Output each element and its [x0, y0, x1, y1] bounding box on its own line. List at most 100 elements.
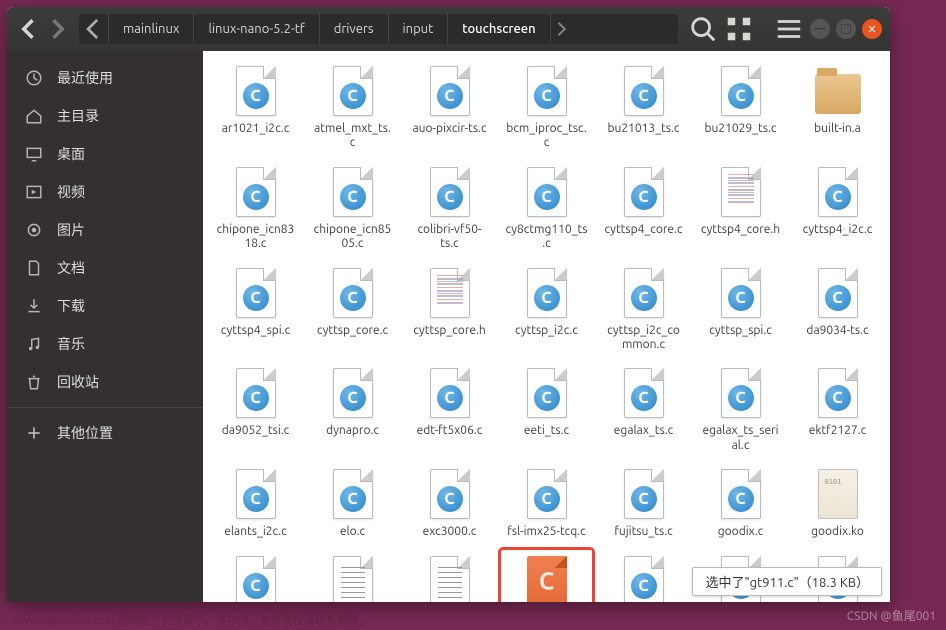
file-item[interactable]: Cbu21013_ts.c — [597, 59, 690, 156]
file-type-bin-icon — [814, 466, 862, 522]
file-item[interactable]: goodix.o — [403, 549, 496, 602]
file-name-label: colibri-vf50-ts.c — [406, 222, 494, 253]
file-name-label: da9034-ts.c — [803, 323, 871, 339]
sidebar-item-video[interactable]: 视频 — [7, 173, 203, 211]
file-item[interactable]: Ccyttsp4_core.c — [597, 160, 690, 257]
home-icon — [25, 107, 43, 125]
file-name-label: cyttsp4_spi.c — [218, 323, 293, 339]
file-item[interactable]: Ccyttsp4_i2c.c — [791, 160, 884, 257]
file-name-label: bcm_iproc_tsc.c — [503, 121, 591, 152]
file-item[interactable]: Ccyttsp4_spi.c — [209, 261, 302, 358]
file-item[interactable]: goodix.mod.o — [306, 549, 399, 602]
file-item[interactable]: Cda9052_tsi.c — [209, 361, 302, 458]
file-item[interactable]: Cgunze.c — [597, 549, 690, 602]
breadcrumb-touchscreen[interactable]: touchscreen — [448, 14, 550, 44]
path-root-icon[interactable] — [79, 14, 109, 44]
music-icon — [25, 335, 43, 353]
file-item[interactable]: goodix.ko — [791, 462, 884, 544]
file-item[interactable]: Cbu21029_ts.c — [694, 59, 787, 156]
file-type-c-icon: C — [329, 265, 377, 321]
file-item[interactable]: Cgoodix.c — [694, 462, 787, 544]
file-item[interactable]: Cda9034-ts.c — [791, 261, 884, 358]
file-item[interactable]: Cegalax_ts.c — [597, 361, 690, 458]
file-item[interactable]: Cektf2127.c — [791, 361, 884, 458]
file-name-label: dynapro.c — [323, 423, 382, 439]
file-name-label: goodix.c — [715, 524, 766, 540]
file-item[interactable]: Cedt-ft5x06.c — [403, 361, 496, 458]
file-item[interactable]: Cexc3000.c — [403, 462, 496, 544]
sidebar-item-label: 文档 — [57, 258, 85, 278]
file-item[interactable]: Ceeti_ts.c — [500, 361, 593, 458]
file-item[interactable]: Cfujitsu_ts.c — [597, 462, 690, 544]
file-type-c-icon: C — [814, 164, 862, 220]
file-type-c-icon: C — [523, 265, 571, 321]
search-button[interactable] — [688, 14, 718, 44]
window-maximize-button[interactable]: □ — [836, 19, 856, 39]
file-item[interactable]: Cauo-pixcir-ts.c — [403, 59, 496, 156]
file-item[interactable]: Ccy8ctmg110_ts.c — [500, 160, 593, 257]
sidebar-item-label: 音乐 — [57, 334, 85, 354]
file-item[interactable]: Celants_i2c.c — [209, 462, 302, 544]
breadcrumb-mainlinux[interactable]: mainlinux — [109, 14, 194, 44]
sidebar-item-trash[interactable]: 回收站 — [7, 363, 203, 401]
file-item[interactable]: Cgoodix.mod.c — [209, 549, 302, 602]
file-item[interactable]: Ccyttsp_i2c.c — [500, 261, 593, 358]
file-type-c-icon: C — [620, 365, 668, 421]
file-item[interactable]: Cgt911.c — [500, 549, 593, 602]
sidebar-item-label: 主目录 — [57, 106, 99, 126]
file-name-label: bu21029_ts.c — [701, 121, 779, 137]
sidebar-item-doc[interactable]: 文档 — [7, 249, 203, 287]
file-item[interactable]: cyttsp4_core.h — [694, 160, 787, 257]
sidebar-item-download[interactable]: 下载 — [7, 287, 203, 325]
file-item[interactable]: Car1021_i2c.c — [209, 59, 302, 156]
view-mode-button[interactable] — [724, 14, 754, 44]
file-name-label: goodix.ko — [808, 524, 867, 540]
sidebar-item-clock[interactable]: 最近使用 — [7, 59, 203, 97]
nav-back-button[interactable] — [15, 14, 43, 44]
titlebar: mainlinuxlinux-nano-5.2-tfdriversinputto… — [7, 7, 890, 51]
file-type-c-icon: C — [620, 164, 668, 220]
file-item[interactable]: Cfsl-imx25-tcq.c — [500, 462, 593, 544]
file-item[interactable]: Cchipone_icn8318.c — [209, 160, 302, 257]
file-item[interactable]: Celo.c — [306, 462, 399, 544]
file-type-orange-c-icon: C — [523, 553, 571, 602]
file-item[interactable]: Cbcm_iproc_tsc.c — [500, 59, 593, 156]
plus-icon — [25, 424, 43, 442]
file-name-label: cyttsp4_core.h — [698, 222, 783, 238]
sidebar-item-plus[interactable]: 其他位置 — [7, 414, 203, 452]
sidebar-item-label: 回收站 — [57, 372, 99, 392]
nav-forward-button[interactable] — [43, 14, 71, 44]
window-close-button[interactable]: ✕ — [862, 19, 882, 39]
sidebar-item-photo[interactable]: 图片 — [7, 211, 203, 249]
file-type-c-icon: C — [426, 466, 474, 522]
breadcrumb-linux-nano-5.2-tf[interactable]: linux-nano-5.2-tf — [194, 14, 319, 44]
file-item[interactable]: Catmel_mxt_ts.c — [306, 59, 399, 156]
file-grid-area[interactable]: Car1021_i2c.cCatmel_mxt_ts.cCauo-pixcir-… — [203, 51, 890, 602]
path-overflow-icon[interactable] — [551, 19, 571, 39]
file-item[interactable]: Cegalax_ts_serial.c — [694, 361, 787, 458]
sidebar-item-music[interactable]: 音乐 — [7, 325, 203, 363]
file-type-c-icon: C — [232, 365, 280, 421]
file-item[interactable]: Cchipone_icn8505.c — [306, 160, 399, 257]
file-type-c-icon: C — [329, 365, 377, 421]
file-item[interactable]: Ccyttsp_i2c_common.c — [597, 261, 690, 358]
file-item[interactable]: cyttsp_core.h — [403, 261, 496, 358]
file-name-label: auo-pixcir-ts.c — [409, 121, 489, 137]
file-manager-window: mainlinuxlinux-nano-5.2-tfdriversinputto… — [7, 7, 890, 602]
file-item[interactable]: Ccyttsp_spi.c — [694, 261, 787, 358]
breadcrumb-drivers[interactable]: drivers — [320, 14, 389, 44]
sidebar-item-home[interactable]: 主目录 — [7, 97, 203, 135]
file-item[interactable]: built-in.a — [791, 59, 884, 156]
menu-button[interactable] — [774, 14, 804, 44]
file-name-label: egalax_ts.c — [611, 423, 676, 439]
file-type-c-icon: C — [426, 164, 474, 220]
sidebar-item-desktop[interactable]: 桌面 — [7, 135, 203, 173]
breadcrumb-input[interactable]: input — [389, 14, 449, 44]
clock-icon — [25, 69, 43, 87]
file-item[interactable]: Ccyttsp_core.c — [306, 261, 399, 358]
file-item[interactable]: Ccolibri-vf50-ts.c — [403, 160, 496, 257]
window-minimize-button[interactable]: — — [810, 19, 830, 39]
file-name-label: elo.c — [337, 524, 368, 540]
file-item[interactable]: Cdynapro.c — [306, 361, 399, 458]
trash-icon — [25, 373, 43, 391]
